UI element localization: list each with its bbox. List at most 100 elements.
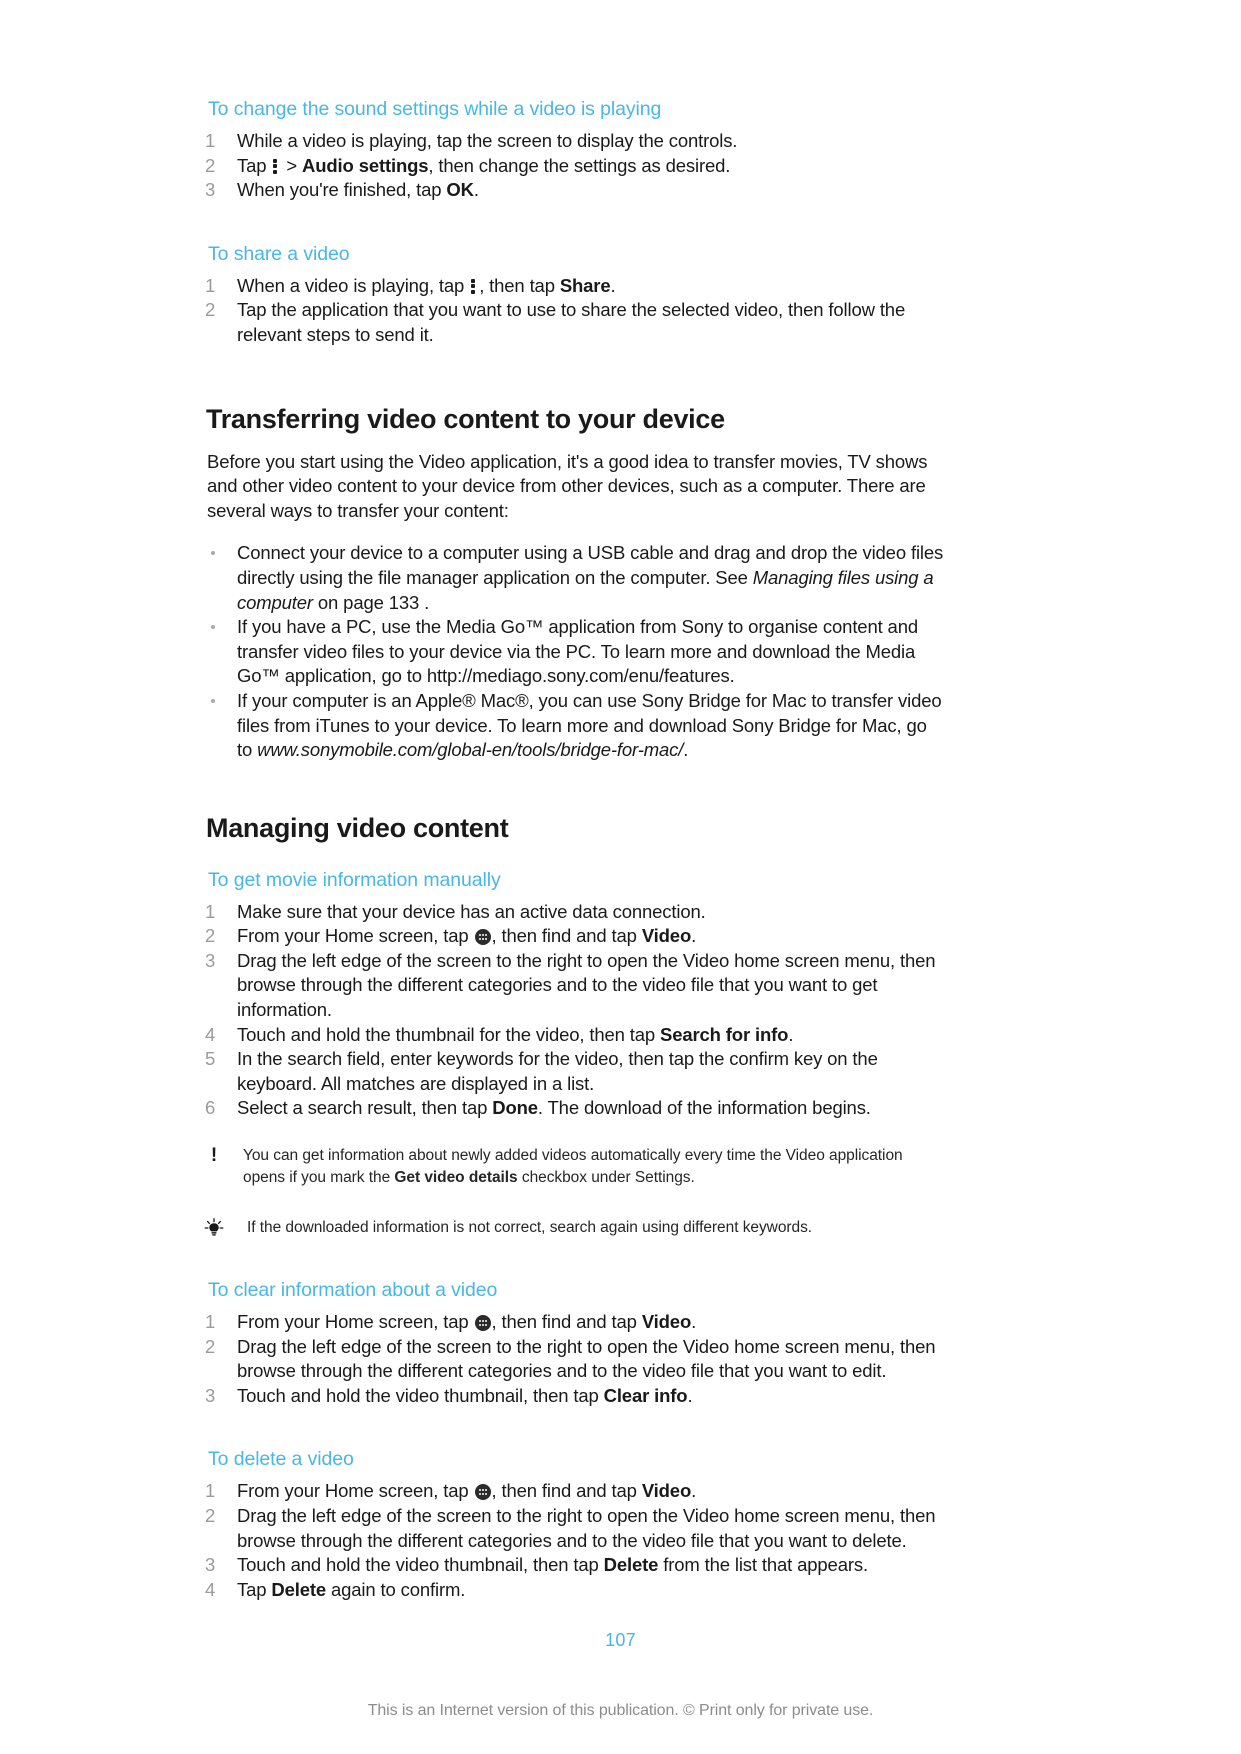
step-text-post: .	[691, 925, 697, 947]
list-item: 2 Tap > Audio settings, then change the …	[205, 154, 945, 179]
procedure-heading: To share a video	[208, 242, 350, 265]
note-text-post: checkbox under Settings.	[517, 1169, 695, 1187]
app-drawer-icon	[474, 1315, 491, 1332]
procedure-heading: To clear information about a video	[208, 1279, 498, 1302]
bullet-text-post: on page 133 .	[312, 591, 430, 613]
procedure-share-video: To share a video 1 When a video is playi…	[205, 241, 945, 348]
list-item: 1 From your Home screen, tap , then find…	[205, 1310, 945, 1335]
step-text-bold: Search for info	[660, 1023, 789, 1045]
step-text-bold: OK	[446, 179, 474, 201]
step-text-bold: Share	[559, 274, 611, 296]
step-number: 2	[205, 299, 216, 321]
step-text-post: .	[788, 1023, 794, 1045]
step-number: 3	[205, 179, 216, 201]
app-drawer-icon	[474, 1484, 491, 1501]
step-text: While a video is playing, tap the screen…	[237, 130, 738, 151]
step-text-bold: Delete	[603, 1554, 659, 1576]
step-text-post: .	[691, 1311, 697, 1333]
list-item: 2 Tap the application that you want to u…	[205, 298, 945, 347]
list-item: 1 While a video is playing, tap the scre…	[205, 129, 945, 154]
step-text-post: again to confirm.	[326, 1578, 466, 1600]
step-text: Drag the left edge of the screen to the …	[237, 1335, 936, 1382]
list-item: 1 From your Home screen, tap , then find…	[205, 1479, 945, 1504]
step-number: 3	[205, 949, 216, 971]
list-item: Connect your device to a computer using …	[205, 541, 945, 615]
procedure-delete-video: To delete a video 1 From your Home scree…	[205, 1446, 945, 1602]
step-list: 1 From your Home screen, tap , then find…	[205, 1479, 945, 1602]
list-item: 3 Touch and hold the video thumbnail, th…	[205, 1384, 945, 1409]
procedure-heading: To delete a video	[208, 1448, 354, 1471]
step-number: 1	[205, 274, 216, 296]
step-list: 1 From your Home screen, tap , then find…	[205, 1310, 945, 1408]
step-text-mid: >	[286, 154, 303, 176]
list-item: 1 Make sure that your device has an acti…	[205, 900, 945, 925]
step-number: 1	[205, 1480, 216, 1502]
step-text-mid: , then find and tap	[491, 1311, 642, 1333]
step-text-post: , then change the settings as desired.	[428, 154, 731, 176]
step-text-pre: When a video is playing, tap	[237, 274, 465, 296]
step-text-pre: Select a search result, then tap	[237, 1097, 493, 1119]
step-text-bold: Audio settings	[302, 154, 429, 176]
bullet-dot-icon	[211, 551, 215, 556]
step-text-post: .	[610, 274, 616, 296]
step-number: 3	[205, 1554, 216, 1576]
overflow-menu-icon	[273, 158, 279, 174]
step-text-pre: From your Home screen, tap	[237, 1311, 474, 1333]
step-number: 4	[205, 1023, 216, 1045]
step-list: 1 Make sure that your device has an acti…	[205, 900, 945, 1121]
page-content: To change the sound settings while a vid…	[203, 96, 945, 1602]
list-item: If you have a PC, use the Media Go™ appl…	[205, 615, 945, 689]
manual-page: To change the sound settings while a vid…	[0, 0, 1241, 1754]
list-item: 1 When a video is playing, tap , then ta…	[205, 274, 945, 299]
step-text-pre: Tap	[237, 1578, 272, 1600]
bullet-dot-icon	[211, 625, 215, 630]
step-text-post: . The download of the information begins…	[537, 1097, 871, 1119]
step-number: 2	[205, 1505, 216, 1526]
step-text-post: .	[691, 1480, 697, 1502]
step-text: In the search field, enter keywords for …	[237, 1048, 878, 1094]
step-text-post: .	[687, 1384, 693, 1406]
step-text: Drag the left edge of the screen to the …	[237, 949, 936, 1021]
step-text-bold: Done	[492, 1097, 538, 1119]
step-text-post: .	[473, 179, 479, 201]
step-list: 1 While a video is playing, tap the scre…	[205, 129, 945, 203]
procedure-get-movie-info: To get movie information manually 1 Make…	[205, 867, 945, 1121]
step-text-mid: , then find and tap	[491, 925, 642, 947]
step-number: 6	[205, 1097, 216, 1119]
bullet-text-post: .	[683, 739, 689, 761]
step-number: 4	[205, 1578, 216, 1600]
app-drawer-icon	[474, 929, 491, 946]
footer-copyright-note: This is an Internet version of this publ…	[367, 1702, 874, 1719]
procedure-heading: To change the sound settings while a vid…	[208, 98, 662, 120]
step-text-pre: Tap	[237, 154, 267, 176]
section-transferring-video: Transferring video content to your devic…	[205, 402, 945, 763]
list-item: 3 When you're finished, tap OK.	[205, 178, 945, 203]
transfer-method-list: Connect your device to a computer using …	[205, 541, 945, 762]
step-text-pre: Touch and hold the video thumbnail, then…	[237, 1554, 604, 1576]
step-number: 1	[205, 900, 216, 922]
step-text-pre: From your Home screen, tap	[237, 925, 474, 947]
list-item: 2 Drag the left edge of the screen to th…	[205, 1504, 945, 1553]
section-heading: Managing video content	[206, 812, 509, 843]
step-text-bold: Clear info	[603, 1384, 688, 1406]
step-text-post: from the list that appears.	[658, 1554, 868, 1576]
tip-text: If the downloaded information is not cor…	[247, 1219, 813, 1237]
step-text-pre: When you're finished, tap	[237, 179, 447, 201]
list-item: 4 Touch and hold the thumbnail for the v…	[205, 1023, 945, 1048]
overflow-menu-icon	[471, 278, 477, 294]
step-text-pre: Touch and hold the thumbnail for the vid…	[237, 1023, 660, 1045]
section-intro-paragraph: Before you start using the Video applica…	[207, 450, 928, 521]
step-text-mid: , then tap	[479, 274, 560, 296]
step-text: Tap the application that you want to use…	[237, 299, 906, 345]
procedure-sound-settings: To change the sound settings while a vid…	[205, 96, 945, 203]
note-callout: ! You can get information about newly ad…	[205, 1145, 945, 1189]
lightbulb-tip-icon	[203, 1218, 225, 1238]
step-text: Drag the left edge of the screen to the …	[237, 1505, 936, 1551]
